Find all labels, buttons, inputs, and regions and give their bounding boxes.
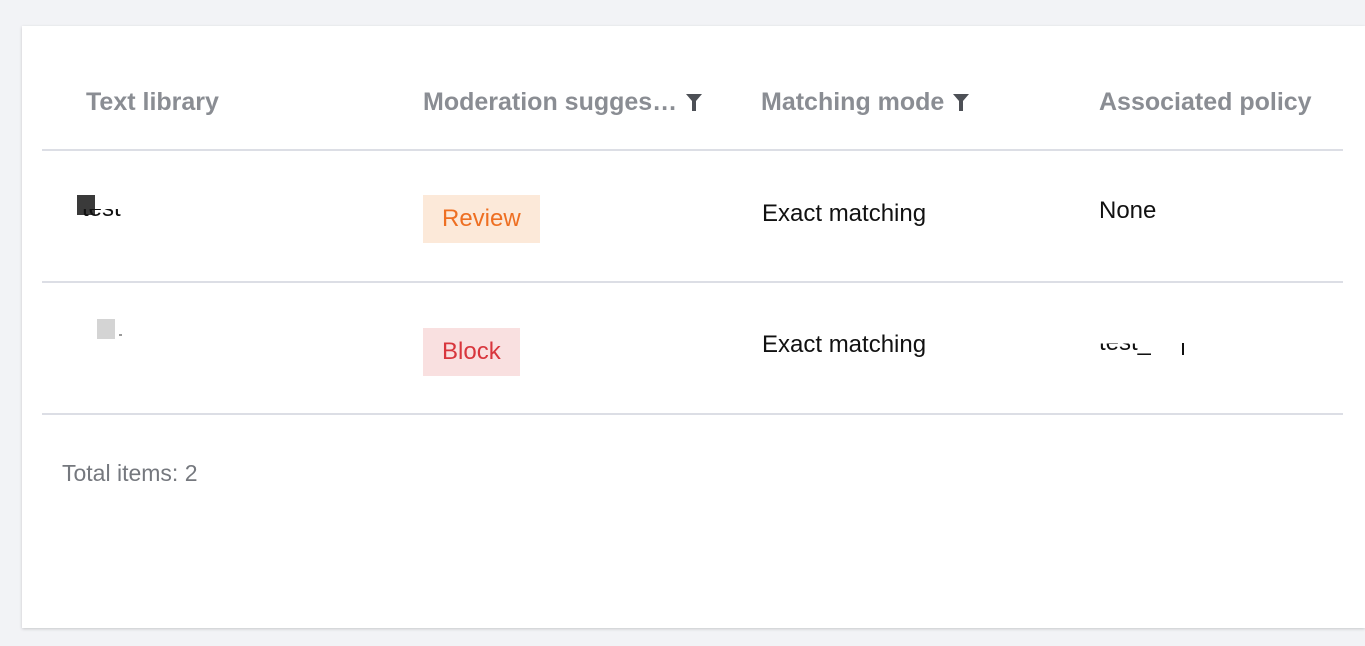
- column-header-label: Moderation sugges…: [423, 88, 678, 116]
- table-row: Block Exact matching test_: [42, 283, 1343, 415]
- column-header-label: Matching mode: [761, 88, 945, 116]
- text-library-table: Text library Moderation sugges… Matching…: [42, 60, 1343, 415]
- filter-icon[interactable]: [952, 90, 970, 111]
- matching-mode-value: Exact matching: [762, 331, 927, 358]
- column-header-matching-mode[interactable]: Matching mode: [761, 88, 970, 117]
- matching-mode-value: Exact matching: [762, 200, 927, 227]
- column-header-label: Text library: [86, 88, 219, 116]
- associated-policy-value: None: [1099, 197, 1157, 224]
- redacted-mark: [97, 319, 115, 339]
- column-header-associated-policy: Associated policy: [1099, 88, 1312, 117]
- status-badge-block: Block: [423, 328, 520, 376]
- associated-policy-value[interactable]: test_: [1099, 344, 1151, 357]
- column-header-label: Associated policy: [1099, 88, 1312, 116]
- column-header-moderation-suggestion[interactable]: Moderation sugges…: [423, 88, 703, 117]
- table-row: test Review Exact matching None: [42, 151, 1343, 283]
- column-header-text-library: Text library: [86, 88, 219, 117]
- status-badge-review: Review: [423, 195, 540, 243]
- redacted-mark: [119, 334, 122, 336]
- filter-icon[interactable]: [685, 90, 703, 111]
- redacted-mark: [1182, 343, 1184, 355]
- total-items-label: Total items: 2: [62, 460, 198, 486]
- table-header: Text library Moderation sugges… Matching…: [42, 60, 1343, 151]
